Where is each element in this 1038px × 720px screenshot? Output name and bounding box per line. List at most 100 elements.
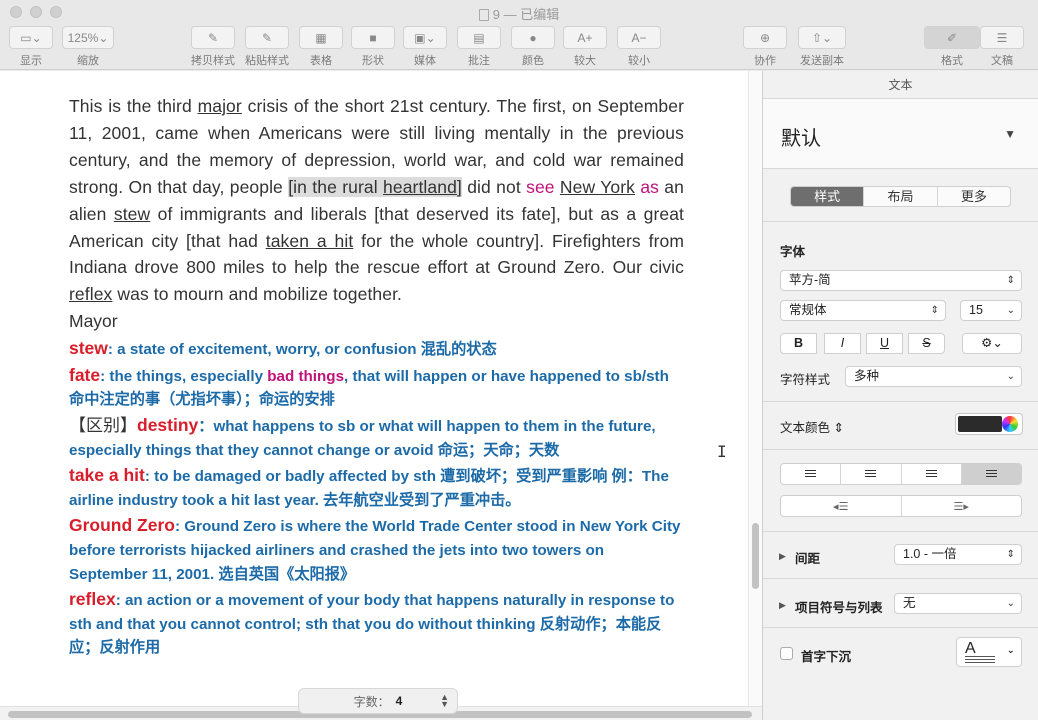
toolbar-format[interactable]: ✐ 格式 (924, 26, 980, 68)
spacing-select[interactable]: 1.0 - 一倍 ⇕ (894, 544, 1022, 565)
disclosure-triangle-icon[interactable]: ▶ (779, 600, 786, 611)
align-left-button[interactable] (781, 464, 842, 484)
vertical-scrollbar[interactable] (748, 71, 762, 706)
dropcap-style-select[interactable]: A ⌄ (956, 637, 1022, 667)
chevron-updown-icon: ▲ ▼ (440, 692, 449, 709)
toolbar-paste-style[interactable]: ✎ 粘贴样式 (242, 26, 292, 68)
chevron-down-icon: ⌄ (1006, 371, 1015, 382)
toolbar-bigger[interactable]: A+ 较大 (562, 26, 608, 68)
body-paragraph[interactable]: This is the third major crisis of the sh… (69, 93, 684, 308)
toolbar-media[interactable]: ▣⌄ 媒体 (402, 26, 448, 68)
toolbar-label: 缩放 (77, 55, 99, 67)
chevron-down-icon: ⌄ (1006, 598, 1015, 609)
indent-icon: ☰▸ (953, 500, 969, 513)
collaborate-icon[interactable]: ⊕ (743, 26, 787, 49)
text-color-label[interactable]: 文本颜色 ⇕ (780, 417, 844, 436)
toolbar-comment[interactable]: ▤ 批注 (456, 26, 502, 68)
gear-icon: ⚙⌄ (981, 336, 1003, 350)
share-icon[interactable]: ⇧⌄ (798, 26, 846, 49)
document-icon[interactable]: ☰ (980, 26, 1024, 49)
format-brush-icon[interactable]: ✐ (924, 26, 980, 49)
toolbar-label: 格式 (941, 55, 963, 67)
color-wheel-icon[interactable] (1002, 416, 1018, 432)
paragraph-style-name: 默认 (781, 128, 821, 150)
underlined-word: New York (559, 176, 635, 197)
tab-style[interactable]: 样式 (791, 187, 865, 206)
text-color-well[interactable] (955, 413, 1023, 435)
divider (763, 401, 1038, 402)
definition-text: : a state of excitement, worry, or confu… (107, 341, 497, 359)
increase-indent-button[interactable]: ☰▸ (902, 496, 1022, 516)
toolbar-zoom[interactable]: 125%⌄ 缩放 (62, 26, 114, 68)
toolbar-table[interactable]: ▦ 表格 (298, 26, 344, 68)
toolbar-label: 粘贴样式 (245, 55, 289, 67)
font-smaller-icon[interactable]: A− (617, 26, 661, 49)
toolbar-collaborate[interactable]: ⊕ 协作 (742, 26, 788, 68)
toolbar-view[interactable]: ▭⌄ 显示 (8, 26, 54, 68)
text-run: was to mourn and mobilize together. (112, 284, 402, 305)
align-justify-button[interactable] (961, 464, 1021, 484)
align-center-icon (865, 469, 877, 479)
align-right-button[interactable] (902, 464, 962, 484)
mayor-line: Mayor (69, 311, 118, 332)
bold-button[interactable]: B (780, 333, 817, 354)
view-icon[interactable]: ▭⌄ (9, 26, 53, 49)
font-family-select[interactable]: 苹方-简 ⇕ (780, 270, 1022, 291)
text-cursor-icon: I (717, 442, 727, 461)
scroll-thumb[interactable] (752, 523, 759, 589)
bullets-label: 项目符号与列表 (795, 601, 883, 615)
char-style-select[interactable]: 多种 ⌄ (845, 366, 1022, 387)
toolbar-label: 拷贝样式 (191, 55, 235, 67)
align-left-icon (805, 469, 817, 479)
font-style-value: 常规体 (789, 303, 827, 317)
divider (763, 221, 1038, 222)
copy-style-icon[interactable]: ✎ (191, 26, 235, 49)
toolbar-shape[interactable]: ■ 形状 (350, 26, 396, 68)
comment-icon[interactable]: ▤ (457, 26, 501, 49)
toolbar-document[interactable]: ☰ 文稿 (980, 26, 1024, 68)
toolbar-smaller[interactable]: A− 较小 (616, 26, 662, 68)
toolbar-label: 文稿 (991, 55, 1013, 67)
sidebar-tabs: 样式 布局 更多 (790, 186, 1011, 207)
toolbar-label: 颜色 (522, 55, 544, 67)
outdent-icon: ◂☰ (833, 500, 849, 513)
definition-take-a-hit: take a hit: to be damaged or badly affec… (69, 464, 684, 512)
toolbar-send-copy[interactable]: ⇧⌄ 发送副本 (796, 26, 848, 68)
bullets-select[interactable]: 无 ⌄ (894, 593, 1022, 614)
tab-layout[interactable]: 布局 (864, 187, 938, 206)
font-style-select[interactable]: 常规体 ⇕ (780, 300, 946, 321)
zoom-select[interactable]: 125%⌄ (62, 26, 114, 49)
term-word: Ground Zero (69, 515, 175, 536)
font-family-value: 苹方-简 (789, 273, 831, 287)
word-count-value: 4 (395, 694, 403, 708)
shape-icon[interactable]: ■ (351, 26, 395, 49)
format-sidebar: 文本 默认 ▼ 样式 布局 更多 字体 苹方-简 ⇕ 常规体 ⇕ 15 ⌄ B I U… (762, 71, 1038, 720)
disclosure-triangle-icon[interactable]: ▶ (779, 551, 786, 562)
paste-style-icon[interactable]: ✎ (245, 26, 289, 49)
decrease-indent-button[interactable]: ◂☰ (781, 496, 902, 516)
paragraph-style-selector[interactable]: 默认 ▼ (763, 99, 1038, 169)
font-size-field[interactable]: 15 ⌄ (960, 300, 1022, 321)
char-style-label: 字符样式 (780, 373, 831, 387)
text-options-gear-button[interactable]: ⚙⌄ (962, 333, 1022, 354)
dropcap-checkbox[interactable] (780, 647, 793, 660)
media-icon[interactable]: ▣⌄ (403, 26, 447, 49)
char-style-value: 多种 (854, 369, 880, 383)
tab-more[interactable]: 更多 (938, 187, 1010, 206)
strikethrough-button[interactable]: S (908, 333, 945, 354)
font-bigger-icon[interactable]: A+ (563, 26, 607, 49)
color-icon[interactable]: ● (511, 26, 555, 49)
italic-button[interactable]: I (824, 333, 861, 354)
color-swatch (958, 416, 1002, 432)
triangle-down-icon: ▼ (1004, 127, 1016, 141)
toolbar-copy-style[interactable]: ✎ 拷贝样式 (188, 26, 238, 68)
dropcap-label: 首字下沉 (801, 650, 852, 664)
toolbar-color[interactable]: ● 颜色 (510, 26, 556, 68)
chevron-updown-icon: ⇕ (1006, 275, 1015, 286)
word-count-popup[interactable]: 字数： 4 ▲ ▼ (298, 688, 458, 714)
table-icon[interactable]: ▦ (299, 26, 343, 49)
document-canvas[interactable]: This is the third major crisis of the sh… (0, 71, 748, 706)
underline-button[interactable]: U (866, 333, 903, 354)
sidebar-header: 文本 (763, 71, 1038, 99)
align-center-button[interactable] (841, 464, 902, 484)
